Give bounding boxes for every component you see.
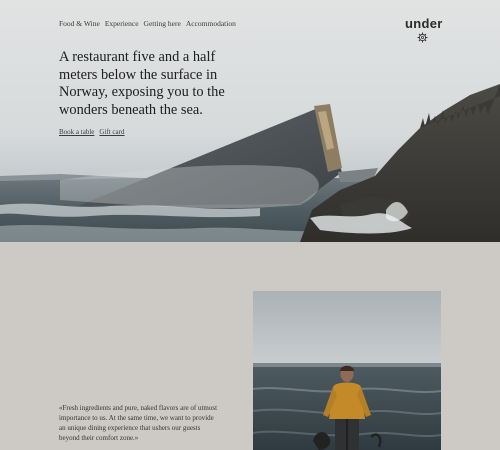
book-table-link[interactable]: Book a table <box>59 128 94 136</box>
nav-item-getting-here[interactable]: Getting here <box>144 19 181 28</box>
nav-item-accommodation[interactable]: Accommodation <box>186 19 236 28</box>
hero-section: Food & Wine Experience Getting here Acco… <box>0 0 500 242</box>
main-nav: Food & Wine Experience Getting here Acco… <box>59 19 236 28</box>
gear-icon <box>417 32 428 43</box>
nav-item-food-wine[interactable]: Food & Wine <box>59 19 100 28</box>
hero-headline: A restaurant five and a half meters belo… <box>59 49 225 118</box>
chef-quote: «Fresh ingredients and pure, naked flavo… <box>59 404 218 442</box>
chef-photo <box>253 291 441 450</box>
brand-logo[interactable]: under <box>405 16 443 31</box>
hero-links: Book a table Gift card <box>59 128 124 136</box>
gift-card-link[interactable]: Gift card <box>99 128 124 136</box>
nav-item-experience[interactable]: Experience <box>105 19 139 28</box>
